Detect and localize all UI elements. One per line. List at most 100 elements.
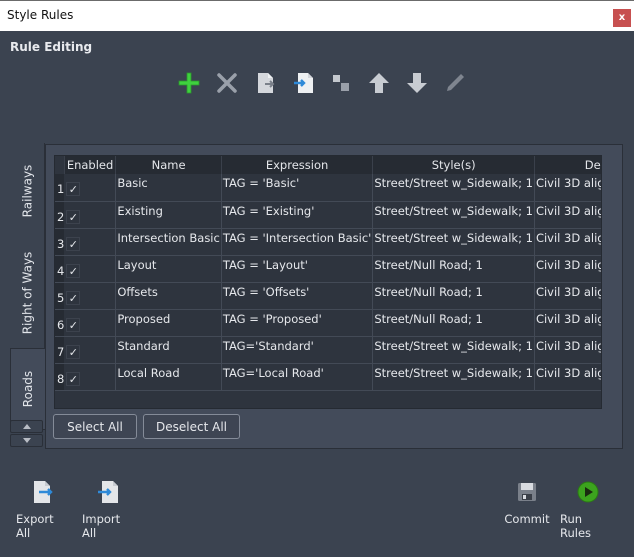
checkmark-icon[interactable]: ✓ (66, 344, 81, 359)
table-row[interactable]: 3 ✓ Intersection Basic TAG = 'Intersection … (55, 228, 601, 256)
section-title: Rule Editing (10, 40, 93, 54)
rule-description-cell[interactable]: Civil 3D alignment style rule (534, 255, 601, 283)
enabled-checkbox[interactable]: ✓ (64, 282, 117, 310)
column-header-description[interactable]: Description (534, 156, 601, 174)
rule-styles-cell[interactable]: Street/Street w_Sidewalk; 1 (372, 228, 535, 256)
enabled-checkbox[interactable]: ✓ (64, 201, 117, 229)
tab-railways-label: Railways (20, 164, 34, 217)
column-header-enabled[interactable]: Enabled (64, 156, 117, 174)
rule-description-cell[interactable]: Civil 3D alignment style rule (534, 201, 601, 229)
rule-name-cell[interactable]: Local Road (115, 363, 222, 391)
table-row[interactable]: 8 ✓ Local Road TAG='Local Road' Street/Stree… (55, 363, 601, 391)
rule-description-cell[interactable]: Civil 3D alignment style rule (534, 363, 601, 391)
column-header-name[interactable]: Name (115, 156, 222, 174)
chevron-down-icon (22, 438, 31, 443)
rule-name-cell[interactable]: Basic (115, 174, 222, 202)
tab-scroll-down-button[interactable] (10, 434, 43, 447)
rule-styles-cell[interactable]: Street/Street w_Sidewalk; 1 (372, 174, 535, 202)
delete-rule-button[interactable] (208, 68, 246, 98)
table-row[interactable]: 6 ✓ Proposed TAG = 'Proposed' Street/Null Ro… (55, 309, 601, 337)
rule-description-cell[interactable]: Civil 3D alignment style rule (534, 282, 601, 310)
rule-name-cell[interactable]: Layout (115, 255, 222, 283)
edit-rule-button[interactable] (436, 68, 474, 98)
rule-styles-cell[interactable]: Street/Street w_Sidewalk; 1 (372, 201, 535, 229)
row-number: 3 (55, 228, 65, 256)
table-row[interactable]: 5 ✓ Offsets TAG = 'Offsets' Street/Null Road… (55, 282, 601, 310)
rule-expression-cell[interactable]: TAG = 'Existing' (221, 201, 374, 229)
rule-styles-cell[interactable]: Street/Street w_Sidewalk; 1 (372, 336, 535, 364)
arrow-up-icon (369, 73, 389, 93)
rule-name-cell[interactable]: Proposed (115, 309, 222, 337)
checkmark-icon[interactable]: ✓ (66, 371, 81, 386)
arrow-down-icon (407, 73, 427, 93)
rule-styles-cell[interactable]: Street/Null Road; 1 (372, 309, 535, 337)
tab-roads-label: Roads (21, 370, 35, 408)
export-icon (258, 73, 275, 93)
row-number: 1 (55, 174, 65, 202)
checkmark-icon[interactable]: ✓ (66, 209, 81, 224)
import-rule-button[interactable] (284, 68, 322, 98)
checkmark-icon[interactable]: ✓ (66, 263, 81, 278)
rule-expression-cell[interactable]: TAG = 'Intersection Basic' (221, 228, 374, 256)
select-all-button[interactable]: Select All (53, 414, 137, 439)
rule-description-cell[interactable]: Civil 3D alignment style rule (534, 228, 601, 256)
close-button[interactable]: x (613, 9, 631, 27)
table-header-row: Enabled Name Expression Style(s) Descrip… (55, 156, 601, 174)
add-rule-button[interactable] (170, 68, 208, 98)
move-down-button[interactable] (398, 68, 436, 98)
checkmark-icon[interactable]: ✓ (66, 182, 81, 197)
rule-description-cell[interactable]: Civil 3D alignment style rule (534, 336, 601, 364)
rule-styles-cell[interactable]: Street/Null Road; 1 (372, 255, 535, 283)
checkmark-icon[interactable]: ✓ (66, 317, 81, 332)
checkmark-icon[interactable]: ✓ (66, 236, 81, 251)
rule-styles-cell[interactable]: Street/Street w_Sidewalk; 1 (372, 363, 535, 391)
enabled-checkbox[interactable]: ✓ (64, 336, 117, 364)
rule-expression-cell[interactable]: TAG='Standard' (221, 336, 374, 364)
rule-name-cell[interactable]: Intersection Basic (115, 228, 222, 256)
tab-scroll-up-button[interactable] (10, 420, 43, 433)
rule-name-cell[interactable]: Existing (115, 201, 222, 229)
rule-name-cell[interactable]: Standard (115, 336, 222, 364)
rule-description-cell[interactable]: Civil 3D alignment style rule (534, 174, 601, 202)
table-row[interactable]: 7 ✓ Standard TAG='Standard' Street/Street w_… (55, 336, 601, 364)
deselect-all-button[interactable]: Deselect All (143, 414, 240, 439)
enabled-checkbox[interactable]: ✓ (64, 309, 117, 337)
table-row[interactable]: 2 ✓ Existing TAG = 'Existing' Street/Street … (55, 201, 601, 229)
commit-label: Commit (504, 512, 550, 526)
enabled-checkbox[interactable]: ✓ (64, 255, 117, 283)
rule-name-cell[interactable]: Offsets (115, 282, 222, 310)
x-icon (217, 73, 237, 93)
corner-header (55, 156, 65, 174)
checkmark-icon[interactable]: ✓ (66, 290, 81, 305)
move-up-button[interactable] (360, 68, 398, 98)
enabled-checkbox[interactable]: ✓ (64, 363, 117, 391)
rule-expression-cell[interactable]: TAG='Local Road' (221, 363, 374, 391)
rule-expression-cell[interactable]: TAG = 'Offsets' (221, 282, 374, 310)
rule-expression-cell[interactable]: TAG = 'Basic' (221, 174, 374, 202)
rule-expression-cell[interactable]: TAG = 'Layout' (221, 255, 374, 283)
column-header-expression[interactable]: Expression (221, 156, 374, 174)
play-icon (577, 481, 599, 503)
rule-expression-cell[interactable]: TAG = 'Proposed' (221, 309, 374, 337)
row-number: 4 (55, 255, 65, 283)
table-row[interactable]: 4 ✓ Layout TAG = 'Layout' Street/Null Road; … (55, 255, 601, 283)
table-row[interactable]: 1 ✓ Basic TAG = 'Basic' Street/Street w_Side… (55, 174, 601, 202)
tab-railways[interactable]: Railways (10, 143, 45, 238)
enabled-checkbox[interactable]: ✓ (64, 228, 117, 256)
export-rule-button[interactable] (246, 68, 284, 98)
export-all-label: Export All (16, 512, 54, 540)
chevron-up-icon (22, 424, 31, 429)
export-all-button[interactable]: Export All (16, 480, 68, 540)
copy-rule-button[interactable] (322, 68, 360, 98)
run-rules-button[interactable]: Run Rules (560, 480, 616, 540)
row-number: 6 (55, 309, 65, 337)
import-all-button[interactable]: Import All (82, 480, 134, 540)
copy-icon (333, 75, 349, 91)
tab-roads[interactable]: Roads (10, 348, 45, 430)
tab-right-of-ways[interactable]: Right of Ways (10, 238, 45, 348)
commit-button[interactable]: Commit (504, 480, 550, 526)
rule-styles-cell[interactable]: Street/Null Road; 1 (372, 282, 535, 310)
enabled-checkbox[interactable]: ✓ (64, 174, 117, 202)
column-header-styles[interactable]: Style(s) (372, 156, 535, 174)
rule-description-cell[interactable]: Civil 3D alignment style rule (534, 309, 601, 337)
